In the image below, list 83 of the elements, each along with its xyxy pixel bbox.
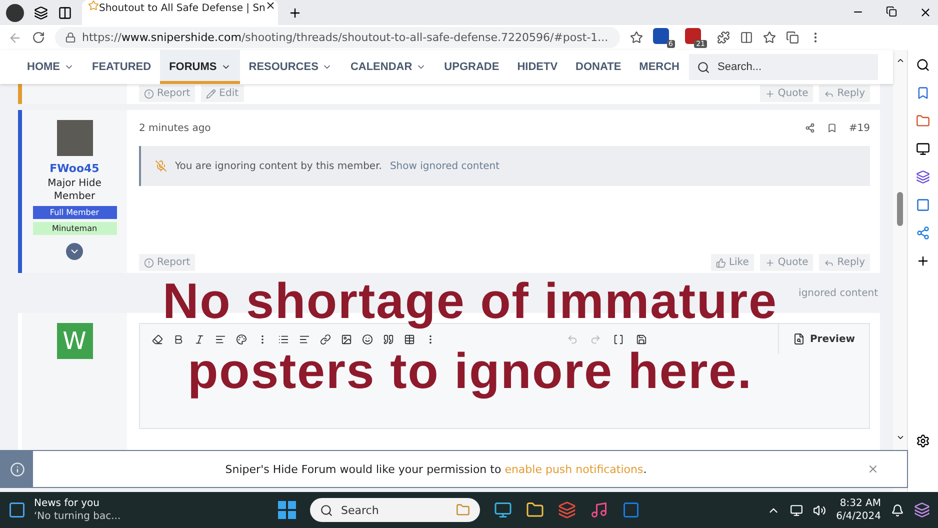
align-icon[interactable] (299, 334, 310, 344)
search-icon (696, 60, 710, 74)
news-widget[interactable]: News for you ‘No turning bac... (8, 497, 278, 523)
avatar: W (56, 323, 92, 359)
volume-icon[interactable] (813, 504, 826, 516)
brackets-icon[interactable] (612, 334, 624, 344)
restore-icon[interactable] (886, 6, 897, 17)
nav-tab[interactable]: RESOURCES (240, 50, 342, 84)
taskbar-search[interactable]: Search (310, 498, 480, 522)
user-banner: Full Member (32, 206, 116, 219)
list-icon[interactable] (278, 334, 289, 344)
username-link[interactable]: FWoo45 (50, 162, 100, 175)
search-icon[interactable] (916, 58, 930, 72)
link-icon[interactable] (320, 334, 331, 344)
post-number-link[interactable]: #19 (848, 122, 870, 134)
settings-icon[interactable] (916, 434, 930, 448)
user-banner: Minuteman (32, 222, 116, 235)
close-icon[interactable] (919, 6, 932, 19)
info-icon (10, 462, 24, 476)
show-ignored-link[interactable]: Show ignored content (390, 160, 500, 172)
tab-actions-icon[interactable] (58, 6, 72, 20)
notification-text: Sniper's Hide Forum would like your permission to enable push notifications. (224, 462, 648, 478)
notice-text: You are ignoring content by this member. (175, 160, 382, 172)
scroll-down-icon[interactable] (896, 433, 904, 442)
alert-icon (144, 258, 154, 268)
quote-icon[interactable] (383, 334, 394, 344)
save-icon[interactable] (636, 334, 647, 344)
nav-tab[interactable]: DONATE (566, 50, 630, 84)
user-title: Major Hide Member (46, 177, 102, 203)
table-icon[interactable] (404, 334, 415, 344)
photo-placeholder (56, 120, 92, 156)
start-icon[interactable] (278, 501, 296, 519)
thumbs-up-icon (716, 258, 726, 268)
reply-icon (824, 88, 834, 98)
bookmark-icon[interactable] (826, 123, 837, 133)
new-tab-icon[interactable] (288, 6, 302, 20)
plus-icon (764, 258, 775, 268)
preview-icon (792, 333, 805, 345)
notification-icon[interactable] (891, 504, 904, 516)
favorite-icon[interactable] (630, 31, 643, 44)
music-icon[interactable] (590, 501, 608, 519)
profile-avatar[interactable] (6, 4, 24, 22)
eraser-icon[interactable] (152, 334, 163, 344)
text-format-icon[interactable] (215, 334, 226, 344)
extensions-icon[interactable] (717, 31, 730, 44)
reply-icon (824, 258, 834, 268)
pencil-icon (206, 88, 216, 98)
muted-icon (155, 160, 167, 172)
browser-tab[interactable]: Shoutout to All Safe Defense | Sn (82, 0, 278, 25)
nav-tab[interactable]: CALENDAR (341, 50, 436, 84)
split-screen-icon[interactable] (740, 31, 753, 44)
search-field[interactable]: Search... (688, 54, 878, 80)
taskbar-clock[interactable]: 8:32 AM 6/4/2024 (836, 497, 881, 523)
lock-icon (65, 32, 76, 43)
nav-tab[interactable]: MERCH (630, 50, 689, 84)
post-time: 2 minutes ago (139, 122, 211, 134)
reload-icon[interactable] (32, 31, 45, 44)
address-bar[interactable]: https://www.snipershide.com/shooting/threads/shoutout-to-all-safe-defense.7220596/#post-1... (55, 27, 620, 48)
caption-line: posters to ignore here. (188, 343, 752, 399)
bold-icon[interactable] (173, 334, 184, 344)
share-icon[interactable] (804, 123, 815, 133)
expand-button[interactable] (66, 243, 83, 260)
image-icon[interactable] (341, 334, 352, 344)
scroll-up-icon[interactable] (896, 56, 904, 65)
emoji-icon[interactable] (362, 334, 373, 344)
nav-tab[interactable]: HOME (18, 50, 83, 84)
alert-icon (144, 88, 154, 98)
favorites-icon[interactable] (763, 31, 776, 44)
extension-icon[interactable] (653, 28, 669, 44)
plus-icon (764, 88, 775, 98)
search-icon (320, 504, 333, 516)
scrollbar-thumb[interactable] (897, 192, 903, 226)
site-icon (88, 0, 99, 11)
collections-icon[interactable] (786, 31, 799, 44)
italic-icon[interactable] (194, 334, 205, 344)
add-icon[interactable] (916, 254, 930, 268)
nav-tab[interactable]: HIDETV (508, 50, 567, 84)
folder-icon[interactable] (526, 501, 544, 519)
nav-tab[interactable]: FORUMS (160, 50, 240, 84)
nav-tab[interactable]: UPGRADE (435, 50, 508, 84)
close-icon (265, 0, 276, 11)
palette-icon[interactable] (236, 334, 247, 344)
nav-tab[interactable]: FEATURED (83, 50, 160, 84)
